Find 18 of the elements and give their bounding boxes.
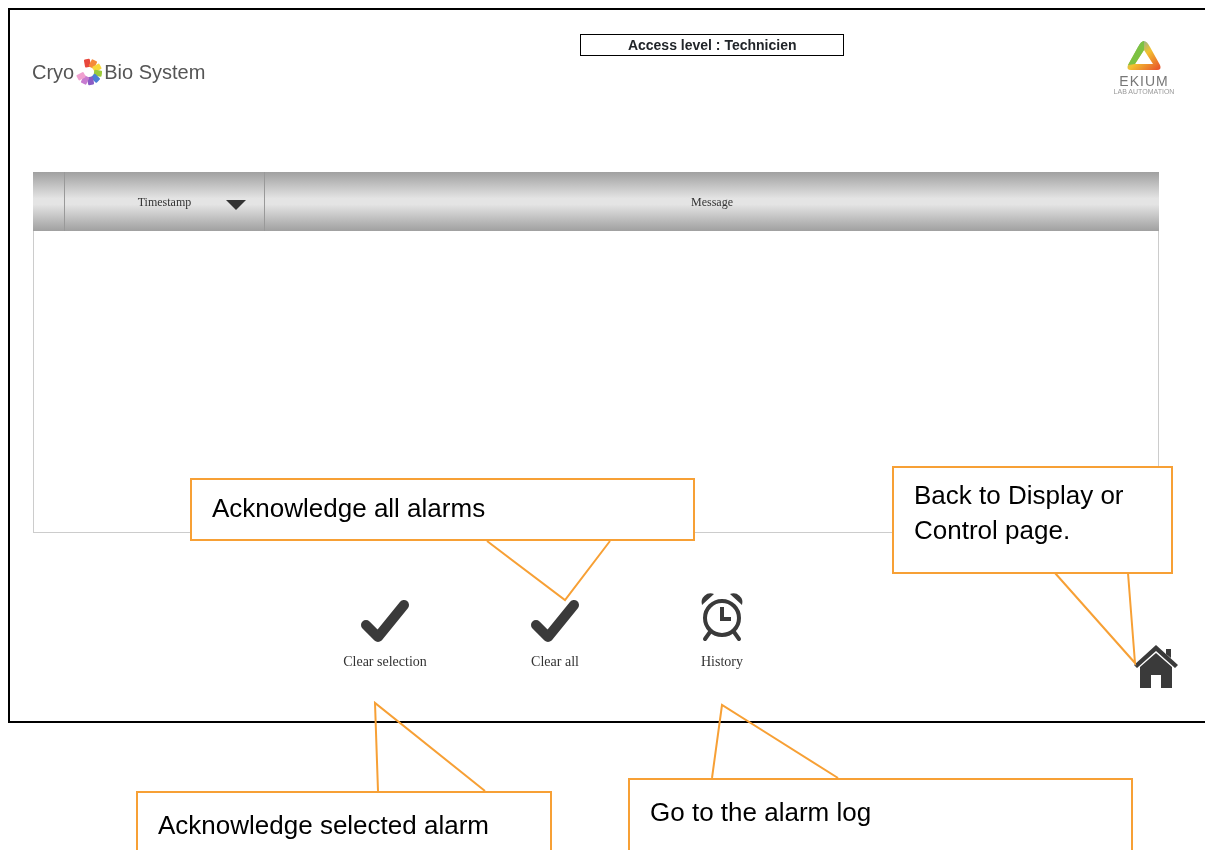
sort-arrow-icon[interactable]	[226, 200, 246, 210]
action-label: History	[701, 653, 743, 671]
callout-text: Acknowledge selected alarm	[158, 810, 489, 840]
action-label: Clear all	[531, 653, 579, 671]
action-label: Clear selection	[343, 653, 427, 671]
callout-text: Back to Display or Control page.	[914, 480, 1124, 545]
column-header: Message	[691, 193, 733, 211]
access-level-label: Access level : Technicien	[580, 34, 845, 56]
callout-text: Acknowledge all alarms	[212, 493, 486, 523]
check-icon[interactable]	[360, 599, 410, 643]
brand-name: EKIUM	[1119, 74, 1169, 88]
callout-text: Go to the alarm log	[650, 797, 872, 827]
home-icon[interactable]	[1132, 643, 1180, 689]
brand-name: Bio System	[104, 60, 206, 85]
column-header: Timestamp	[137, 193, 192, 211]
check-icon[interactable]	[530, 599, 580, 643]
brand-name: Cryo	[32, 60, 75, 85]
alarm-clock-icon[interactable]	[699, 591, 745, 643]
